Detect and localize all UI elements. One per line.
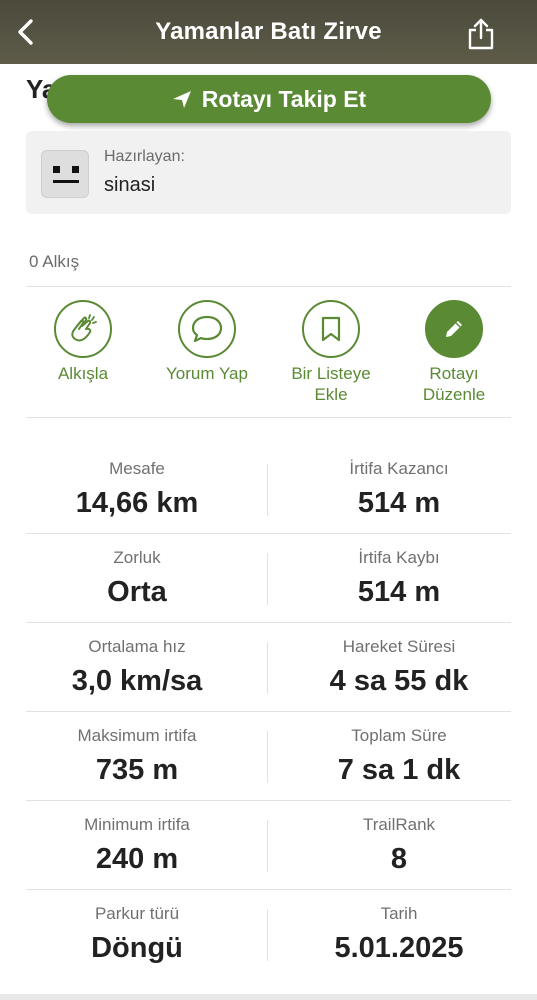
bottom-edge [0, 994, 537, 1000]
back-button[interactable] [8, 14, 44, 50]
stat-date: Tarih 5.01.2025 [279, 904, 519, 965]
comment-button-label: Yorum Yap [166, 364, 248, 383]
stat-total-time: Toplam Süre 7 sa 1 dk [279, 726, 519, 787]
stat-value: 7 sa 1 dk [337, 754, 461, 786]
share-button[interactable] [463, 14, 499, 54]
divider [26, 286, 511, 287]
author-label: Hazırlayan: [104, 148, 185, 165]
divider [26, 622, 511, 623]
stat-elevation-gain: İrtifa Kazancı 514 m [279, 459, 519, 520]
vertical-divider [267, 909, 268, 961]
add-to-list-button[interactable]: Bir Listeye Ekle [266, 300, 396, 405]
stat-distance: Mesafe 14,66 km [17, 459, 257, 520]
add-to-list-button-label: Bir Listeye Ekle [291, 364, 371, 404]
divider [26, 800, 511, 801]
vertical-divider [267, 731, 268, 783]
stat-value: 735 m [95, 754, 179, 786]
clap-count[interactable]: 0 Alkış [29, 252, 79, 272]
stat-label: TrailRank [362, 815, 436, 834]
edit-route-button[interactable]: Rotayı Düzenle [389, 300, 519, 405]
comment-button[interactable]: Yorum Yap [142, 300, 272, 384]
stat-value: 8 [390, 843, 408, 875]
divider [26, 417, 511, 418]
stat-label: Tarih [380, 904, 418, 923]
stat-label: Zorluk [113, 548, 161, 567]
stat-trail-type: Parkur türü Döngü [17, 904, 257, 965]
comment-icon [191, 315, 223, 343]
stat-value: 514 m [357, 487, 441, 519]
stat-label: İrtifa Kazancı [349, 459, 449, 478]
stat-label: Ortalama hız [88, 637, 186, 656]
stat-label: Minimum irtifa [84, 815, 190, 834]
stat-value: 3,0 km/sa [71, 665, 203, 697]
top-bar: Yamanlar Batı Zirve [0, 0, 537, 64]
divider [26, 533, 511, 534]
bookmark-icon [321, 316, 341, 342]
stat-value: 514 m [357, 576, 441, 608]
author-card[interactable]: Hazırlayan: sinasi [26, 131, 511, 214]
stat-label: Parkur türü [94, 904, 180, 923]
follow-route-label: Rotayı Takip Et [201, 85, 367, 112]
divider [26, 711, 511, 712]
stat-label: Mesafe [109, 459, 165, 478]
page-title: Yamanlar Batı Zirve [155, 18, 382, 45]
vertical-divider [267, 642, 268, 694]
stat-min-elevation: Minimum irtifa 240 m [17, 815, 257, 876]
stat-label: Hareket Süresi [342, 637, 456, 656]
stat-elevation-loss: İrtifa Kaybı 514 m [279, 548, 519, 609]
vertical-divider [267, 820, 268, 872]
edit-route-button-label: Rotayı Düzenle [422, 364, 486, 404]
clap-button-label: Alkışla [57, 364, 109, 383]
stat-label: Toplam Süre [351, 726, 447, 745]
stat-label: İrtifa Kaybı [358, 548, 440, 567]
clap-icon [71, 314, 97, 342]
chevron-left-icon [18, 19, 33, 45]
pencil-icon [446, 321, 462, 337]
stat-difficulty: Zorluk Orta [17, 548, 257, 609]
follow-route-button[interactable]: Rotayı Takip Et [47, 75, 491, 123]
stat-trailrank: TrailRank 8 [279, 815, 519, 876]
stat-value: Döngü [91, 932, 183, 964]
share-icon [468, 18, 494, 50]
stat-value: 4 sa 55 dk [329, 665, 469, 697]
stat-value: Orta [107, 576, 167, 608]
avatar [41, 150, 89, 198]
navigation-arrow-icon [172, 91, 191, 108]
vertical-divider [267, 553, 268, 605]
stat-moving-time: Hareket Süresi 4 sa 55 dk [279, 637, 519, 698]
stat-max-elevation: Maksimum irtifa 735 m [17, 726, 257, 787]
stat-value: 240 m [95, 843, 179, 875]
vertical-divider [267, 464, 268, 516]
author-name: sinasi [104, 174, 156, 196]
stat-value: 5.01.2025 [334, 932, 464, 964]
clap-button[interactable]: Alkışla [18, 300, 148, 384]
stat-average-speed: Ortalama hız 3,0 km/sa [17, 637, 257, 698]
divider [26, 889, 511, 890]
stat-value: 14,66 km [75, 487, 199, 519]
stat-label: Maksimum irtifa [77, 726, 197, 745]
